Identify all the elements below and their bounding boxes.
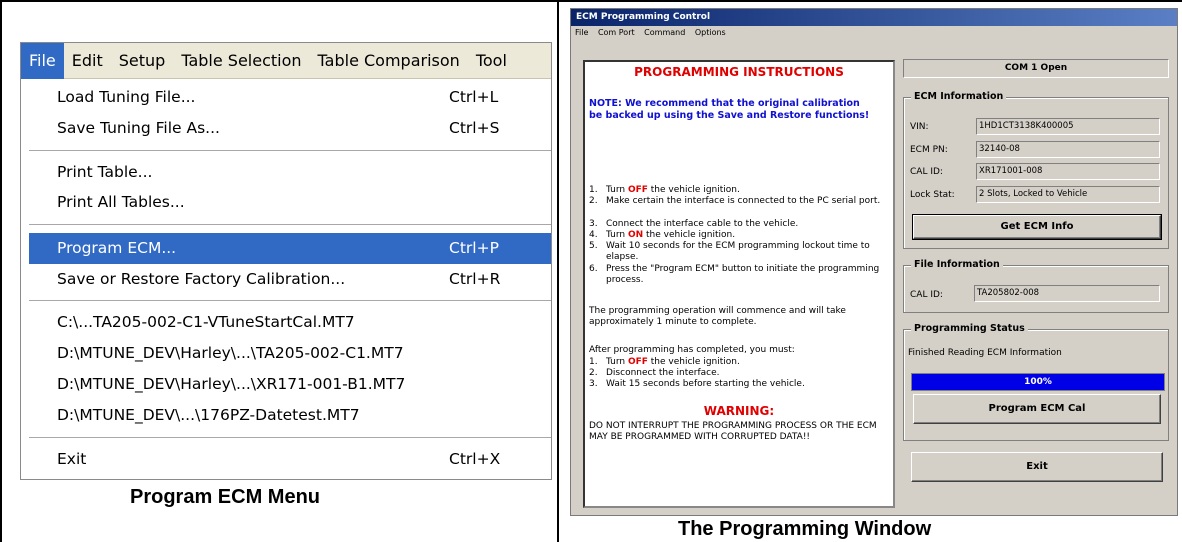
step-text: Make certain the interface is connected … bbox=[606, 196, 881, 206]
menu-item-save-restore-factory[interactable]: Save or Restore Factory Calibration... C… bbox=[29, 264, 551, 295]
menu-item-print-all-tables[interactable]: Print All Tables... bbox=[29, 187, 551, 218]
menu-separator bbox=[29, 224, 551, 226]
menu-item-label: Save Tuning File As... bbox=[57, 119, 220, 137]
menu-item-label: C:\...TA205-002-C1-VTuneStartCal.MT7 bbox=[57, 313, 355, 331]
step-number: 1. bbox=[589, 357, 598, 367]
win-menu-com-port[interactable]: Com Port bbox=[598, 28, 635, 37]
instructions-note: NOTE: We recommend that the original cal… bbox=[589, 98, 870, 121]
menu-edit[interactable]: Edit bbox=[64, 43, 111, 79]
step-text: Wait 15 seconds before starting the vehi… bbox=[606, 379, 805, 389]
prog-status-title: Programming Status bbox=[911, 323, 1028, 334]
step-text: Disconnect the interface. bbox=[606, 368, 720, 378]
frame-left-border bbox=[0, 0, 2, 542]
menu-item-label: Save or Restore Factory Calibration... bbox=[57, 270, 346, 288]
menu-item-save-tuning-file[interactable]: Save Tuning File As... Ctrl+S bbox=[29, 113, 551, 144]
menu-item-exit[interactable]: Exit Ctrl+X bbox=[29, 444, 551, 475]
cal-id-field: XR171001-008 bbox=[976, 163, 1160, 180]
frame-divider bbox=[557, 0, 559, 542]
cal-id-label: CAL ID: bbox=[910, 167, 943, 177]
menu-item-label: Print All Tables... bbox=[57, 193, 185, 211]
step-number: 3. bbox=[589, 379, 598, 389]
step-text: Connect the interface cable to the vehic… bbox=[606, 219, 799, 229]
step-text: Press the "Program ECM" button to initia… bbox=[606, 264, 880, 286]
step-number: 6. bbox=[589, 264, 598, 274]
menu-item-label: D:\MTUNE_DEV\Harley\...\TA205-002-C1.MT7 bbox=[57, 344, 404, 362]
step-text: Turn ON the vehicle ignition. bbox=[606, 230, 736, 240]
exit-button[interactable]: Exit bbox=[911, 452, 1163, 482]
commence-text: The programming operation will commence … bbox=[589, 306, 846, 328]
step-number: 2. bbox=[589, 196, 598, 206]
file-cal-id-field: TA205802-008 bbox=[974, 285, 1160, 302]
menu-item-shortcut: Ctrl+P bbox=[449, 239, 499, 257]
menu-item-recent-file-3[interactable]: D:\MTUNE_DEV\Harley\...\XR171-001-B1.MT7 bbox=[29, 369, 551, 400]
menu-item-label: D:\MTUNE_DEV\Harley\...\XR171-001-B1.MT7 bbox=[57, 375, 406, 393]
ecm-info-title: ECM Information bbox=[911, 91, 1007, 102]
step-number: 4. bbox=[589, 230, 598, 240]
menu-separator bbox=[29, 437, 551, 439]
warning-text: DO NOT INTERRUPT THE PROGRAMMING PROCESS… bbox=[589, 421, 877, 443]
file-menu-screenshot: File Edit Setup Table Selection Table Co… bbox=[20, 42, 552, 480]
main-menubar: File Edit Setup Table Selection Table Co… bbox=[21, 43, 551, 79]
step-number: 1. bbox=[589, 185, 598, 195]
ecm-pn-field: 32140-08 bbox=[976, 141, 1160, 158]
ecm-info-group: ECM Information VIN: 1HD1CT3138K400005 E… bbox=[903, 91, 1169, 249]
menu-item-label: Load Tuning File... bbox=[57, 88, 196, 106]
step-number: 5. bbox=[589, 241, 598, 251]
frame-top-border bbox=[0, 0, 1182, 2]
menu-item-shortcut: Ctrl+X bbox=[449, 450, 501, 468]
menu-table-comparison[interactable]: Table Comparison bbox=[310, 43, 468, 79]
menu-item-load-tuning-file[interactable]: Load Tuning File... Ctrl+L bbox=[29, 82, 551, 113]
menu-item-label: Exit bbox=[57, 450, 87, 468]
menu-item-recent-file-4[interactable]: D:\MTUNE_DEV\...\176PZ-Datetest.MT7 bbox=[29, 400, 551, 431]
menu-item-label: Print Table... bbox=[57, 163, 153, 181]
ecm-pn-label: ECM PN: bbox=[910, 145, 948, 155]
program-ecm-cal-button[interactable]: Program ECM Cal bbox=[913, 394, 1161, 424]
warning-title: WARNING: bbox=[703, 404, 775, 418]
step-number: 2. bbox=[589, 368, 598, 378]
left-caption: Program ECM Menu bbox=[130, 486, 321, 508]
win-menu-file[interactable]: File bbox=[575, 28, 588, 37]
file-cal-id-label: CAL ID: bbox=[910, 290, 943, 300]
menu-separator bbox=[29, 150, 551, 152]
progress-bar: 100% bbox=[911, 373, 1165, 391]
menu-item-program-ecm[interactable]: Program ECM... Ctrl+P bbox=[29, 233, 551, 264]
after-text: After programming has completed, you mus… bbox=[589, 345, 795, 355]
file-info-title: File Information bbox=[911, 259, 1003, 270]
vin-field: 1HD1CT3138K400005 bbox=[976, 118, 1160, 135]
menu-separator bbox=[29, 300, 551, 302]
get-ecm-info-button[interactable]: Get ECM Info bbox=[912, 214, 1162, 240]
menu-item-recent-file-2[interactable]: D:\MTUNE_DEV\Harley\...\TA205-002-C1.MT7 bbox=[29, 338, 551, 369]
menu-tools[interactable]: Tool bbox=[468, 43, 515, 79]
menu-table-selection[interactable]: Table Selection bbox=[173, 43, 309, 79]
menu-item-shortcut: Ctrl+S bbox=[449, 119, 500, 137]
com-status: COM 1 Open bbox=[903, 59, 1169, 78]
file-dropdown: Load Tuning File... Ctrl+L Save Tuning F… bbox=[21, 80, 551, 479]
window-menubar: File Com Port Command Options bbox=[571, 26, 1177, 40]
window-title: ECM Programming Control bbox=[571, 9, 1177, 26]
win-menu-options[interactable]: Options bbox=[695, 28, 726, 37]
instructions-panel: PROGRAMMING INSTRUCTIONS NOTE: We recomm… bbox=[583, 60, 895, 508]
menu-item-print-table[interactable]: Print Table... bbox=[29, 157, 551, 188]
right-caption: The Programming Window bbox=[678, 518, 932, 540]
menu-setup[interactable]: Setup bbox=[111, 43, 174, 79]
step-text: Wait 10 seconds for the ECM programming … bbox=[606, 241, 870, 263]
prog-status-text: Finished Reading ECM Information bbox=[908, 348, 1062, 358]
instructions-title: PROGRAMMING INSTRUCTIONS bbox=[634, 65, 844, 79]
programming-window: ECM Programming Control File Com Port Co… bbox=[570, 8, 1178, 516]
vin-label: VIN: bbox=[910, 122, 929, 132]
step-number: 3. bbox=[589, 219, 598, 229]
lock-stat-label: Lock Stat: bbox=[910, 190, 955, 200]
step-text: Turn OFF the vehicle ignition. bbox=[606, 185, 740, 195]
win-menu-command[interactable]: Command bbox=[644, 28, 685, 37]
menu-item-label: D:\MTUNE_DEV\...\176PZ-Datetest.MT7 bbox=[57, 406, 360, 424]
step-text: Turn OFF the vehicle ignition. bbox=[606, 357, 740, 367]
menu-file[interactable]: File bbox=[21, 43, 64, 79]
menu-item-label: Program ECM... bbox=[57, 239, 177, 257]
menu-item-shortcut: Ctrl+L bbox=[449, 88, 499, 106]
file-info-group: File Information CAL ID: TA205802-008 bbox=[903, 259, 1169, 313]
menu-item-recent-file-1[interactable]: C:\...TA205-002-C1-VTuneStartCal.MT7 bbox=[29, 307, 551, 338]
menu-item-shortcut: Ctrl+R bbox=[449, 270, 501, 288]
lock-stat-field: 2 Slots, Locked to Vehicle bbox=[976, 186, 1160, 203]
